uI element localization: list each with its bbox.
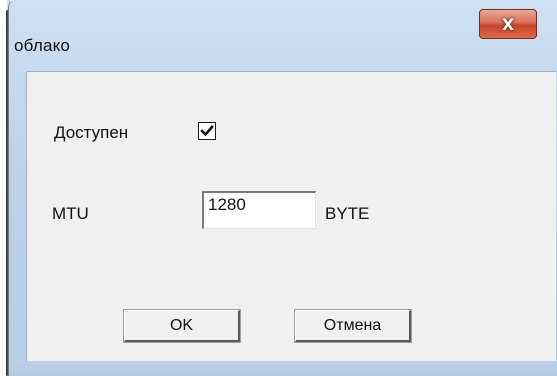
mtu-unit-label: BYTE <box>325 204 370 223</box>
ok-button[interactable]: OK <box>124 310 240 342</box>
window-bottom-frame <box>9 361 557 376</box>
close-icon: X <box>501 14 515 34</box>
mtu-label: MTU <box>52 204 89 223</box>
cancel-button[interactable]: Отмена <box>295 310 411 342</box>
screen: X облако Доступен MTU BYTE OK Отмена <box>0 0 557 376</box>
ok-button-label: OK <box>169 316 194 334</box>
dialog-title: облако <box>14 36 71 55</box>
enabled-label: Доступен <box>54 123 129 142</box>
enabled-checkbox[interactable] <box>198 122 216 140</box>
close-button[interactable]: X <box>479 9 537 39</box>
cancel-button-label: Отмена <box>323 316 382 334</box>
checkmark-icon <box>200 125 214 137</box>
mtu-input[interactable] <box>202 191 316 229</box>
